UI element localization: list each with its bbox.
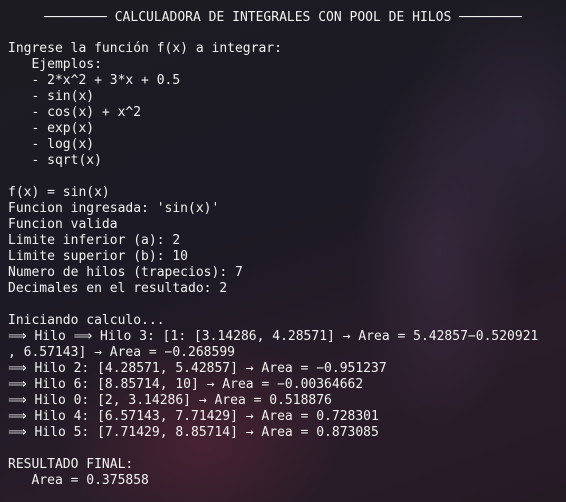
function-valid-line: Funcion valida [8, 217, 118, 232]
thread-output-line: ⟹ Hilo 6: [8.85714, 10] → Area = −0.0036… [8, 377, 364, 392]
thread-output-line: , 6.57143] → Area = −0.268599 [8, 345, 235, 360]
upper-limit-line: Limite superior (b): 10 [8, 249, 189, 264]
function-echo-line: Funcion ingresada: 'sin(x)' [8, 201, 220, 216]
terminal-window[interactable]: ──────── CALCULADORA DE INTEGRALES CON P… [0, 0, 566, 502]
thread-output-line: ⟹ Hilo 0: [2, 3.14286] → Area = 0.518876 [8, 393, 332, 408]
example-item: - sqrt(x) [8, 153, 102, 168]
example-item: - cos(x) + x^2 [8, 105, 142, 120]
prompt-line: Ingrese la función f(x) a integrar: [8, 41, 282, 56]
banner-title: ──────── CALCULADORA DE INTEGRALES CON P… [44, 10, 522, 25]
thread-output-line: ⟹ Hilo 5: [7.71429, 8.85714] → Area = 0.… [8, 425, 379, 440]
lower-limit-line: Limite inferior (a): 2 [8, 233, 181, 248]
example-item: - log(x) [8, 137, 95, 152]
final-area-line: Area = 0.375858 [8, 473, 149, 488]
start-calc-line: Iniciando calculo... [8, 313, 165, 328]
threads-line: Numero de hilos (trapecios): 7 [8, 265, 243, 280]
example-item: - 2*x^2 + 3*x + 0.5 [8, 73, 181, 88]
thread-output-line: ⟹ Hilo ⟹ Hilo 3: [1: [3.14286, 4.28571] … [8, 329, 539, 344]
examples-heading: Ejemplos: [8, 57, 102, 72]
thread-output-line: ⟹ Hilo 4: [6.57143, 7.71429] → Area = 0.… [8, 409, 379, 424]
decimals-line: Decimales en el resultado: 2 [8, 281, 228, 296]
function-input-line: f(x) = sin(x) [8, 185, 110, 200]
example-item: - exp(x) [8, 121, 95, 136]
example-item: - sin(x) [8, 89, 95, 104]
final-result-heading: RESULTADO FINAL: [8, 457, 134, 472]
thread-output-line: ⟹ Hilo 2: [4.28571, 5.42857] → Area = −0… [8, 361, 387, 376]
